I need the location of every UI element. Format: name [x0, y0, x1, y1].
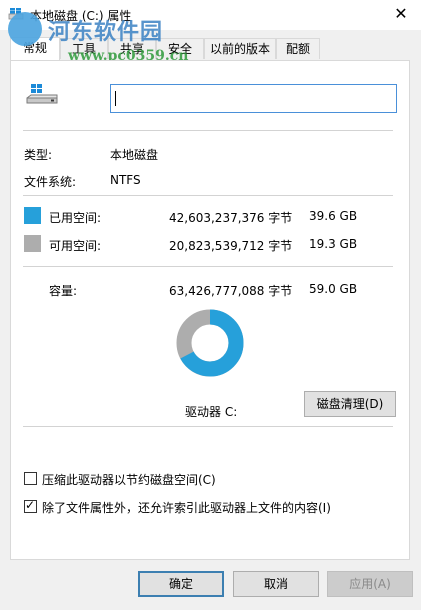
cancel-button[interactable]: 取消 [233, 571, 319, 597]
separator [23, 266, 393, 267]
type-label: 类型: [24, 148, 53, 162]
close-button[interactable]: ✕ [381, 0, 421, 30]
separator [23, 426, 393, 427]
title-bar: 本地磁盘 (C:) 属性 ✕ [0, 0, 421, 30]
type-value: 本地磁盘 [110, 148, 159, 162]
capacity-label: 容量: [49, 284, 78, 298]
free-space-bytes: 20,823,539,712 字节 [169, 239, 293, 253]
index-checkbox[interactable]: ✓ [24, 498, 37, 513]
tab-quota[interactable]: 配额 [276, 38, 320, 59]
compress-checkbox[interactable] [24, 472, 37, 485]
free-space-gb: 19.3 GB [309, 237, 358, 251]
window-title: 本地磁盘 (C:) 属性 [30, 9, 132, 23]
capacity-bytes: 63,426,777,088 字节 [169, 284, 293, 298]
drive-icon [26, 84, 58, 104]
usage-donut-chart [176, 309, 244, 377]
tab-general[interactable]: 常规 [10, 37, 60, 60]
compress-label: 压缩此驱动器以节约磁盘空间(C) [42, 473, 216, 487]
tab-sharing[interactable]: 共享 [108, 38, 156, 59]
index-label: 除了文件属性外，还允许索引此驱动器上文件的内容(I) [42, 501, 331, 515]
free-space-label: 可用空间: [49, 239, 102, 253]
text-caret [115, 91, 116, 106]
used-space-label: 已用空间: [49, 211, 102, 225]
ok-button[interactable]: 确定 [138, 571, 224, 597]
free-space-swatch [24, 235, 41, 252]
used-space-swatch [24, 207, 41, 224]
apply-button[interactable]: 应用(A) [327, 571, 413, 597]
check-icon: ✓ [25, 498, 36, 512]
close-icon: ✕ [394, 4, 408, 23]
drive-letter-label: 驱动器 C: [185, 405, 238, 419]
general-panel: 类型: 本地磁盘 文件系统: NTFS 已用空间: 42,603,237,376… [10, 60, 410, 560]
drive-icon [8, 8, 24, 20]
filesystem-value: NTFS [110, 173, 141, 187]
filesystem-label: 文件系统: [24, 175, 77, 189]
used-space-gb: 39.6 GB [309, 209, 358, 223]
tab-security[interactable]: 安全 [156, 38, 204, 59]
drive-name-input[interactable] [110, 84, 397, 113]
disk-cleanup-button[interactable]: 磁盘清理(D) [304, 391, 396, 417]
separator [23, 130, 393, 131]
tab-previous-versions[interactable]: 以前的版本 [204, 38, 276, 59]
capacity-gb: 59.0 GB [309, 282, 358, 296]
used-space-bytes: 42,603,237,376 字节 [169, 211, 293, 225]
tab-tools[interactable]: 工具 [60, 38, 108, 59]
separator [23, 195, 393, 196]
